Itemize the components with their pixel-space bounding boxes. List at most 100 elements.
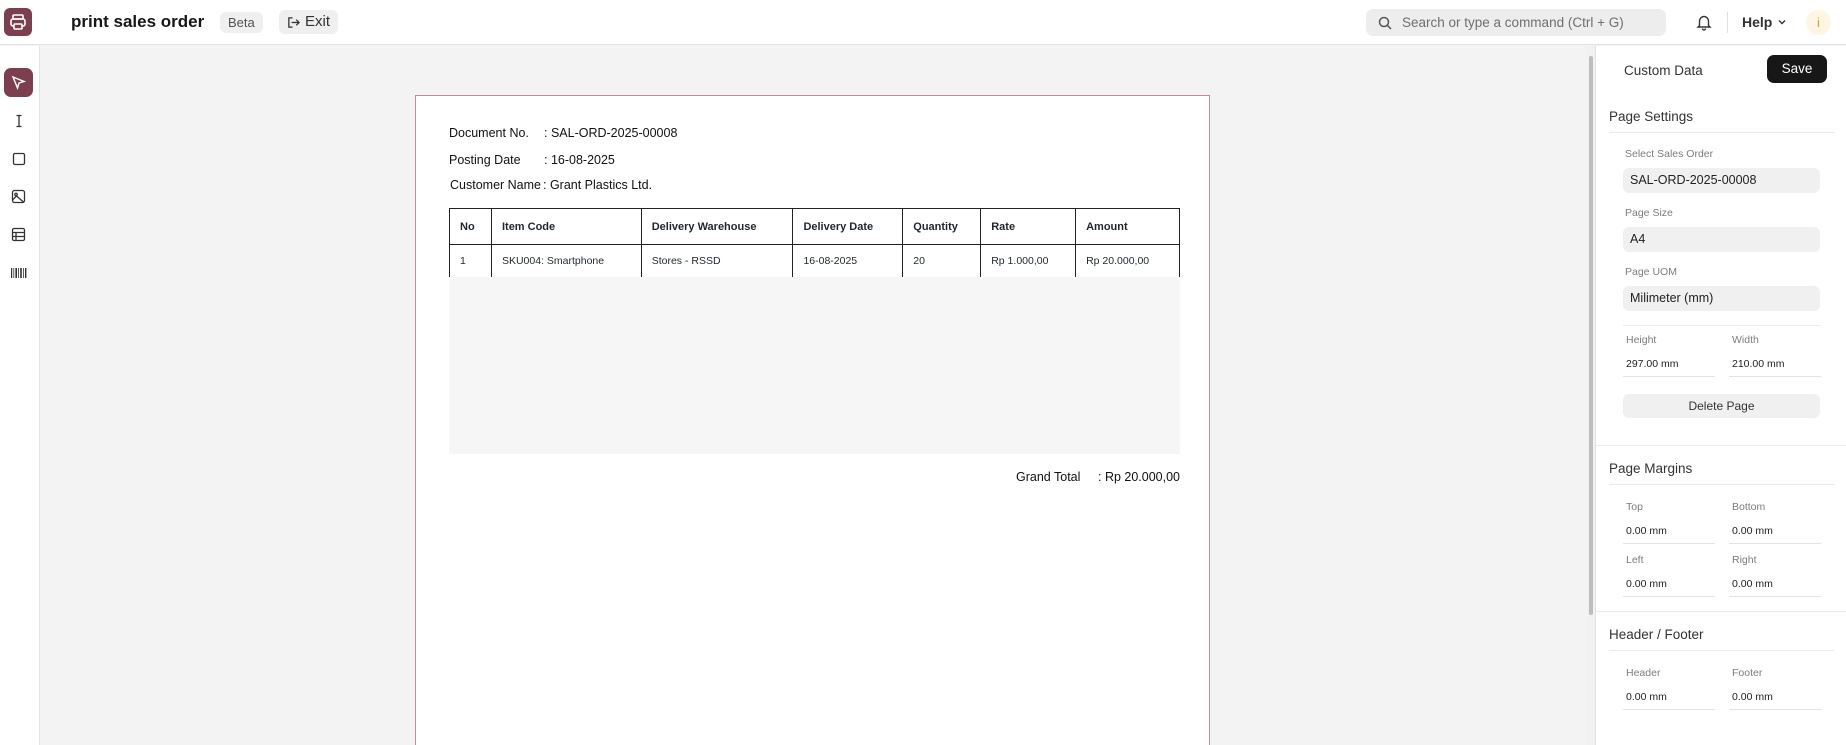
margin-top-label: Top (1626, 501, 1643, 513)
section-divider (1609, 650, 1834, 651)
table-header-row: No Item Code Delivery Warehouse Delivery… (449, 208, 1180, 245)
column-header: No (449, 208, 492, 245)
width-underline (1729, 376, 1821, 377)
grand-total-value: : Rp 20.000,00 (1098, 470, 1181, 484)
page-uom-field[interactable]: Milimeter (mm) (1623, 286, 1820, 311)
margin-left-label: Left (1626, 554, 1644, 566)
customer-name-row[interactable]: Customer Name : Grant Plastics Ltd. (450, 178, 652, 192)
column-header: Rate (980, 208, 1077, 245)
column-header: Delivery Date (792, 208, 904, 245)
table-cell: 20 (902, 244, 982, 278)
top-bar: print sales order Beta Exit Help i (0, 0, 1846, 45)
height-label: Height (1626, 334, 1657, 346)
barcode-icon (10, 267, 26, 278)
help-label: Help (1742, 14, 1773, 30)
header-height-label: Header (1626, 667, 1661, 679)
column-header: Item Code (490, 208, 642, 245)
grand-total-label: Grand Total (1016, 470, 1081, 484)
page-title: print sales order (71, 12, 205, 31)
customer-name-value: : Grant Plastics Ltd. (543, 178, 653, 192)
properties-panel: Custom Data Save Page Settings Select Sa… (1595, 46, 1846, 745)
help-dropdown[interactable]: Help (1742, 14, 1787, 30)
grand-total-row[interactable]: Grand Total : Rp 20.000,00 (1016, 470, 1180, 484)
column-header: Amount (1075, 208, 1180, 245)
image-icon (11, 189, 26, 204)
column-header: Delivery Warehouse (640, 208, 794, 245)
margin-right-input[interactable]: 0.00 mm (1732, 578, 1773, 590)
margin-right-label: Right (1732, 554, 1757, 566)
section-divider (1596, 611, 1846, 612)
select-sales-order-field[interactable]: SAL-ORD-2025-00008 (1623, 168, 1820, 193)
rectangle-tool[interactable] (4, 144, 33, 173)
posting-date-value: : 16-08-2025 (544, 153, 615, 167)
barcode-tool[interactable] (4, 258, 33, 287)
table-row: 1 SKU004: Smartphone Stores - RSSD 16-08… (449, 244, 1180, 278)
document-no-label: Document No. (449, 126, 529, 140)
margin-bottom-input[interactable]: 0.00 mm (1732, 525, 1773, 537)
header-height-underline (1623, 709, 1715, 710)
width-label: Width (1732, 334, 1759, 346)
tool-sidebar (0, 46, 40, 745)
table-icon (11, 227, 26, 242)
select-sales-order-label: Select Sales Order (1625, 148, 1714, 160)
section-divider (1596, 445, 1846, 446)
column-header: Quantity (902, 208, 982, 245)
footer-height-label: Footer (1732, 667, 1763, 679)
document-no-row[interactable]: Document No. : SAL-ORD-2025-00008 (449, 126, 677, 140)
page-size-label: Page Size (1625, 207, 1673, 219)
margin-bottom-underline (1729, 543, 1821, 544)
margin-left-underline (1623, 596, 1715, 597)
section-divider (1609, 132, 1834, 133)
beta-badge: Beta (220, 12, 263, 33)
chevron-down-icon (1778, 20, 1786, 25)
exit-label: Exit (305, 13, 331, 30)
table-cell: 16-08-2025 (792, 244, 904, 278)
table-cell: Stores - RSSD (640, 244, 794, 278)
exit-icon (288, 16, 300, 28)
table-cell: Rp 1.000,00 (980, 244, 1077, 278)
print-page[interactable]: Document No. : SAL-ORD-2025-00008 Postin… (415, 95, 1210, 745)
table-cell: 1 (449, 244, 492, 278)
notification-bell-icon[interactable] (1695, 13, 1713, 31)
section-divider (1609, 484, 1834, 485)
posting-date-label: Posting Date (449, 153, 521, 167)
posting-date-row[interactable]: Posting Date : 16-08-2025 (449, 153, 615, 167)
footer-height-input[interactable]: 0.00 mm (1732, 691, 1773, 703)
page-size-field[interactable]: A4 (1623, 227, 1820, 252)
header-height-input[interactable]: 0.00 mm (1626, 691, 1667, 703)
document-no-value: : SAL-ORD-2025-00008 (544, 126, 678, 140)
printer-logo-icon[interactable] (4, 8, 32, 36)
footer-height-underline (1729, 709, 1821, 710)
margin-left-input[interactable]: 0.00 mm (1626, 578, 1667, 590)
canvas-scrollbar-thumb[interactable] (1589, 56, 1593, 615)
pointer-icon (11, 75, 26, 90)
table-empty-area (449, 277, 1180, 454)
image-tool[interactable] (4, 182, 33, 211)
margin-top-input[interactable]: 0.00 mm (1626, 525, 1667, 537)
height-underline (1623, 376, 1715, 377)
header-footer-title: Header / Footer (1609, 627, 1704, 642)
search-input[interactable] (1402, 15, 1652, 30)
text-cursor-icon (16, 114, 21, 127)
page-uom-label: Page UOM (1625, 266, 1677, 278)
square-icon (12, 152, 25, 165)
text-tool[interactable] (4, 106, 33, 135)
height-input[interactable]: 297.00 mm (1626, 358, 1679, 370)
select-tool[interactable] (4, 68, 33, 97)
table-cell: Rp 20.000,00 (1075, 244, 1180, 278)
custom-data-button[interactable]: Custom Data (1616, 58, 1711, 84)
items-table[interactable]: No Item Code Delivery Warehouse Delivery… (449, 208, 1180, 278)
exit-button[interactable]: Exit (279, 10, 339, 34)
design-canvas[interactable]: Document No. : SAL-ORD-2025-00008 Postin… (41, 46, 1591, 745)
table-cell: SKU004: Smartphone (490, 244, 642, 278)
customer-name-label: Customer Name (450, 178, 541, 192)
table-tool[interactable] (4, 220, 33, 249)
save-button[interactable]: Save (1767, 55, 1827, 83)
width-input[interactable]: 210.00 mm (1732, 358, 1785, 370)
margin-top-underline (1623, 543, 1715, 544)
top-divider (1727, 12, 1728, 33)
margin-right-underline (1729, 596, 1821, 597)
search-bar[interactable] (1366, 9, 1666, 36)
user-avatar[interactable]: i (1806, 10, 1831, 35)
delete-page-button[interactable]: Delete Page (1623, 394, 1820, 418)
